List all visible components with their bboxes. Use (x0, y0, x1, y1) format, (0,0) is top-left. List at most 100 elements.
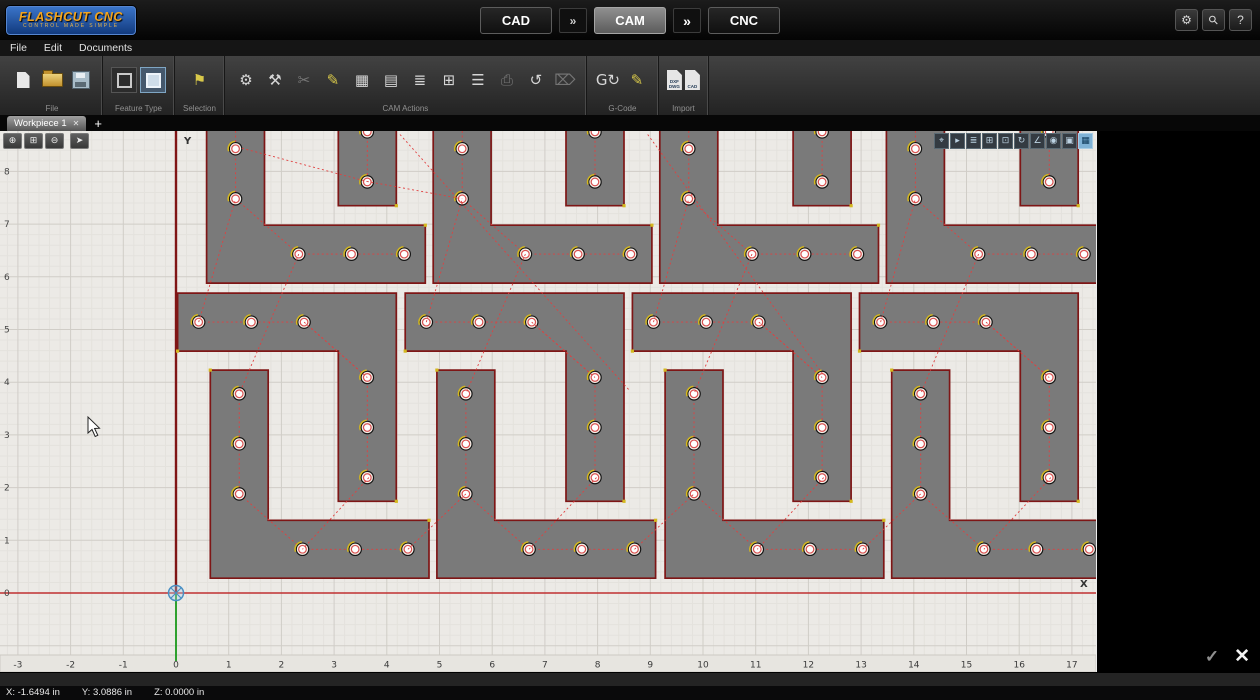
search-icon[interactable]: ⚲ (1202, 9, 1225, 31)
hole-inner-ring (1085, 545, 1093, 553)
brand-tagline: CONTROL MADE SIMPLE (23, 23, 119, 30)
feature-type-filled-button[interactable] (140, 67, 166, 93)
new-document-icon (17, 72, 30, 88)
generate-gcode-button[interactable]: G↻ (595, 67, 621, 93)
import-cad-button[interactable]: CAD (685, 70, 700, 90)
tool-settings-button[interactable]: ⚒ (262, 67, 288, 93)
drill-hole (458, 437, 472, 451)
machine-settings-icon[interactable]: ⚙ (1175, 9, 1198, 31)
drill-hole (232, 437, 246, 451)
refresh-view-tool-icon[interactable]: ↻ (1014, 133, 1029, 149)
chevron-button[interactable]: » (559, 8, 587, 33)
mode-button-cam[interactable]: CAM (594, 7, 666, 34)
drill-hole (588, 420, 602, 434)
workspace: YX012345678-3-2-101234567891011121314151… (0, 131, 1260, 672)
zoom-extents-tool-icon[interactable]: ⊞ (982, 133, 997, 149)
array-parts-button[interactable]: ▤ (378, 67, 404, 93)
x-ruler-tick-label: 5 (437, 661, 443, 671)
cancel-button-icon[interactable]: ✕ (1234, 645, 1250, 668)
hole-inner-ring (235, 440, 243, 448)
hole-inner-ring (232, 195, 240, 203)
import-dxf-dwg-button[interactable]: DXF DWG (667, 70, 682, 90)
hole-inner-ring (364, 474, 372, 482)
zoom-in-tool-icon[interactable]: ⊕ (3, 133, 22, 149)
drill-hole (687, 487, 701, 501)
snap-tool-icon[interactable]: ◉ (1046, 133, 1061, 149)
accept-button-icon[interactable]: ✓ (1205, 647, 1219, 667)
lead-in-mark (424, 224, 427, 227)
drill-hole (687, 386, 701, 400)
drill-hole (850, 247, 864, 261)
drill-hole (191, 315, 205, 329)
undo-button[interactable]: ↺ (523, 67, 549, 93)
render-mode-tool-icon[interactable]: ▣ (1062, 133, 1077, 149)
run-preview-tool-icon[interactable]: ▸ (950, 133, 965, 149)
x-ruler-tick-label: 8 (595, 661, 601, 671)
lead-in-mark (882, 519, 885, 522)
hole-inner-ring (351, 545, 359, 553)
drill-hole (681, 191, 695, 205)
feature-type-filled-icon (146, 73, 161, 88)
edit-gcode-button[interactable]: ✎ (624, 67, 650, 93)
hole-inner-ring (627, 250, 635, 258)
hole-inner-ring (917, 440, 925, 448)
mode-button-cad[interactable]: CAD (480, 7, 552, 34)
menu-edit[interactable]: Edit (44, 42, 62, 54)
selection-tool-button[interactable]: ⚑ (186, 67, 212, 93)
cut-sequence-button[interactable]: ☰ (465, 67, 491, 93)
lead-in-mark (395, 204, 398, 207)
workpiece-view[interactable]: YX012345678-3-2-101234567891011121314151… (0, 131, 1096, 672)
scribe-tool-button[interactable]: ✎ (320, 67, 346, 93)
plot-output-button: ⎙ (494, 67, 520, 93)
zoom-extents-action-button[interactable]: ⊞ (436, 67, 462, 93)
y-ruler-tick-label: 1 (4, 536, 10, 546)
hole-inner-ring (364, 131, 372, 136)
flashcut-logo: FLASHCUT CNC CONTROL MADE SIMPLE (6, 6, 136, 35)
tab-close-icon[interactable]: ✕ (73, 119, 80, 128)
drill-hole (913, 386, 927, 400)
nesting-button[interactable]: ▦ (349, 67, 375, 93)
torch-settings-button[interactable]: ⚙ (233, 67, 259, 93)
cut-report-button[interactable]: ≣ (407, 67, 433, 93)
hole-inner-ring (1080, 250, 1088, 258)
hole-inner-ring (235, 490, 243, 498)
zoom-selection-tool-icon[interactable]: ⊡ (998, 133, 1013, 149)
zoom-window-tool-icon[interactable]: ⊞ (24, 133, 43, 149)
hole-inner-ring (650, 318, 658, 326)
hole-inner-ring (475, 318, 483, 326)
toolbar-group-g-code: G↻✎G-Code (587, 56, 659, 115)
origin-marker-tool-icon[interactable]: ⌖ (934, 133, 949, 149)
lead-in-mark (877, 224, 880, 227)
new-document-button[interactable] (10, 67, 36, 93)
drill-hole (588, 175, 602, 189)
menu-file[interactable]: File (10, 42, 27, 54)
save-document-button[interactable] (68, 67, 94, 93)
help-icon[interactable]: ? (1229, 9, 1252, 31)
mode-button-cnc[interactable]: CNC (708, 7, 780, 34)
tab-workpiece-1[interactable]: Workpiece 1 ✕ (7, 116, 86, 131)
drawing-canvas[interactable]: YX012345678-3-2-101234567891011121314151… (0, 131, 1096, 672)
measure-tool-icon[interactable]: ∠ (1030, 133, 1045, 149)
hole-inner-ring (591, 474, 599, 482)
open-document-button[interactable] (39, 67, 65, 93)
add-tab-button[interactable]: + (94, 117, 102, 130)
stats-tool-icon[interactable]: ≣ (966, 133, 981, 149)
lead-in-mark (395, 500, 398, 503)
drill-hole (699, 315, 713, 329)
feature-type-outline-button[interactable] (111, 67, 137, 93)
x-ruler-tick-label: -1 (119, 661, 128, 671)
clamp-tool-button: ✂ (291, 67, 317, 93)
menu-bar: File Edit Documents (0, 40, 1260, 56)
y-ruler-tick-label: 4 (4, 378, 10, 388)
toolbar-group-file: File (2, 56, 103, 115)
toolbar-group-label: Feature Type (115, 102, 162, 115)
menu-documents[interactable]: Documents (79, 42, 132, 54)
lead-in-mark (435, 369, 438, 372)
grid-toggle-tool-icon[interactable]: ▦ (1078, 133, 1093, 149)
zoom-out-tool-icon[interactable]: ⊖ (45, 133, 64, 149)
chevron-button[interactable]: » (673, 8, 701, 33)
hole-inner-ring (690, 440, 698, 448)
pointer-tool-icon[interactable]: ➤ (70, 133, 89, 149)
toolbar-group-label: CAM Actions (383, 102, 429, 115)
window-buttons: ⚙⚲? (1175, 9, 1252, 31)
